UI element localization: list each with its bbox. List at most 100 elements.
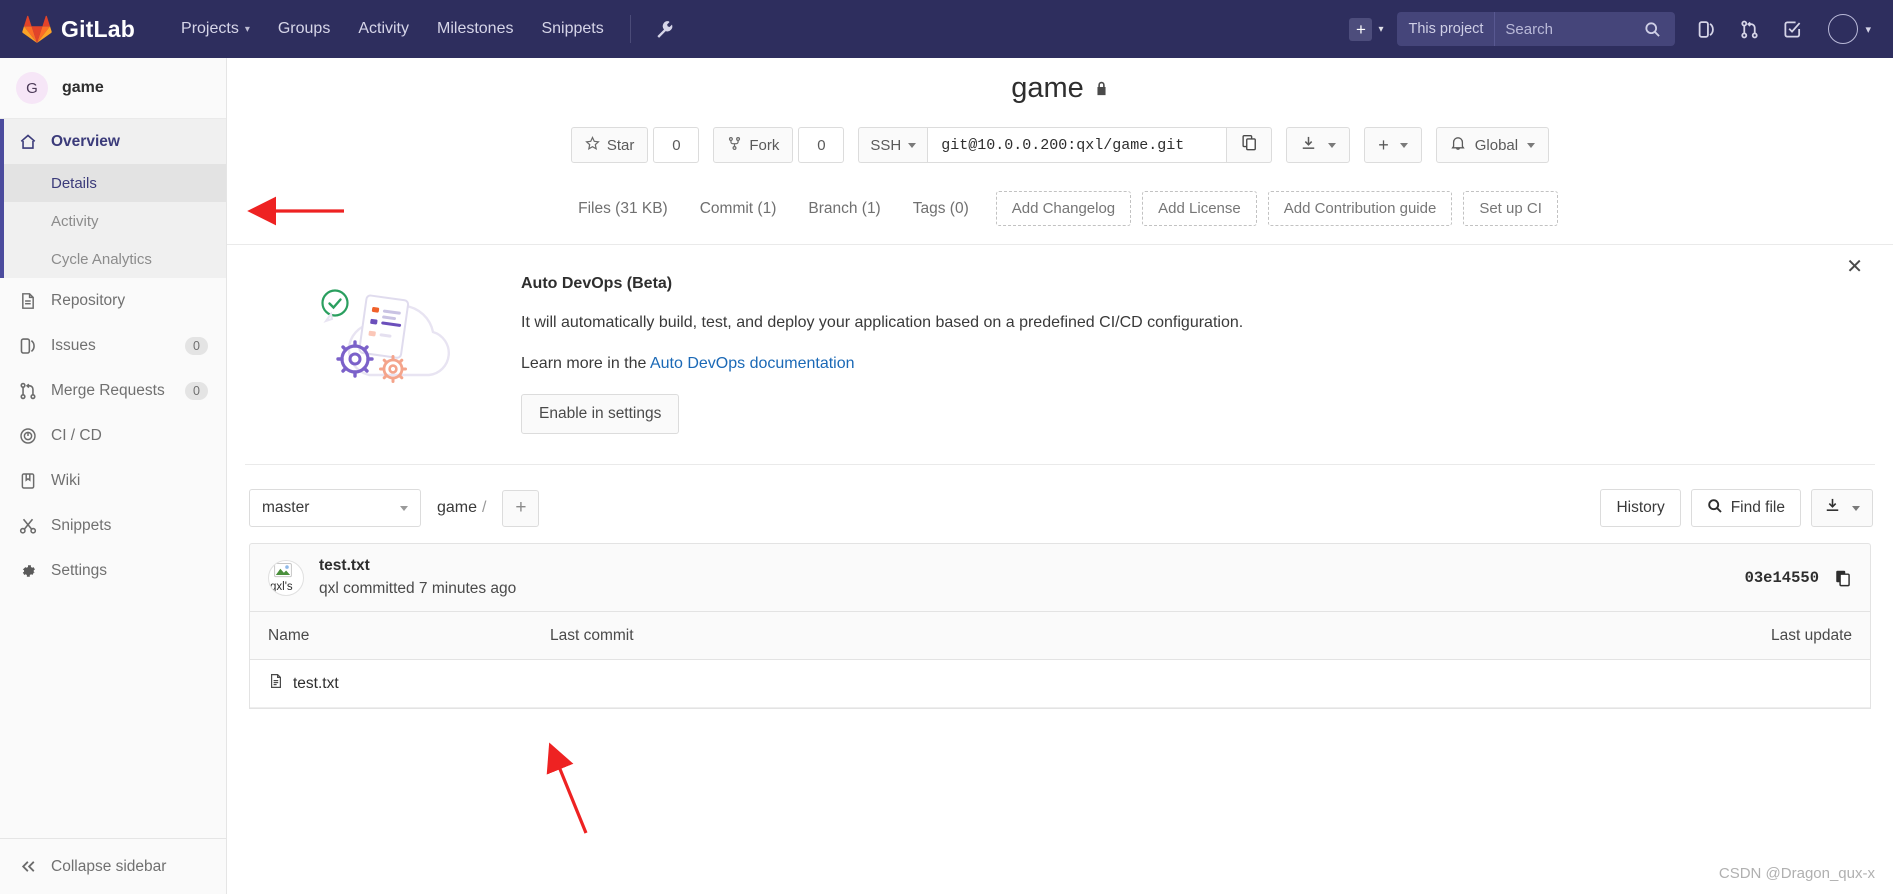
last-commit-title[interactable]: test.txt	[319, 557, 516, 575]
sidebar-item-overview-label: Overview	[51, 132, 120, 150]
merge-requests-icon	[18, 382, 38, 400]
todos-icon[interactable]	[1771, 0, 1814, 58]
file-table-header: Name Last commit Last update	[250, 612, 1870, 660]
sidebar-project-name: game	[62, 79, 104, 96]
project-title-row: game	[227, 58, 1893, 105]
book-icon	[18, 472, 38, 490]
wrench-icon[interactable]	[643, 20, 686, 39]
double-chevron-left-icon	[18, 858, 38, 875]
search-icon[interactable]	[1644, 21, 1665, 38]
add-license-button[interactable]: Add License	[1142, 191, 1257, 226]
search-field[interactable]	[1495, 12, 1675, 46]
sidebar-item-issues[interactable]: Issues 0	[0, 323, 226, 368]
sidebar-item-snippets[interactable]: Snippets	[0, 503, 226, 548]
add-contribution-guide-button[interactable]: Add Contribution guide	[1267, 191, 1453, 226]
close-icon[interactable]: ✕	[1838, 253, 1871, 281]
user-menu[interactable]: ▾	[1814, 14, 1871, 44]
stat-tags[interactable]: Tags (0)	[897, 200, 985, 218]
nav-link-milestones[interactable]: Milestones	[423, 0, 527, 58]
nav-links: Projects ▾ Groups Activity Milestones Sn…	[167, 0, 686, 58]
clone-url-input[interactable]: git@10.0.0.200:qxl/game.git	[927, 127, 1228, 163]
plus-icon: +	[1378, 135, 1389, 155]
history-button[interactable]: History	[1600, 489, 1681, 527]
main-content: game Star 0 Fork 0 SSH git@10.0.0.200:qx…	[227, 58, 1893, 894]
gitlab-wordmark: GitLab	[61, 15, 136, 42]
set-up-ci-button[interactable]: Set up CI	[1463, 191, 1558, 226]
branch-selector[interactable]: master	[249, 489, 421, 527]
new-item-button[interactable]: + ▾	[1339, 17, 1393, 41]
document-icon	[18, 292, 38, 310]
nav-link-snippets[interactable]: Snippets	[527, 0, 617, 58]
find-file-label: Find file	[1730, 499, 1785, 516]
sidebar-item-details[interactable]: Details	[4, 164, 226, 202]
sidebar-item-settings[interactable]: Settings	[0, 548, 226, 593]
breadcrumb-root[interactable]: game	[437, 499, 477, 516]
sidebar-project-header[interactable]: G game	[0, 58, 226, 119]
watermark: CSDN @Dragon_qux-x	[1718, 865, 1875, 882]
stat-files[interactable]: Files (31 KB)	[562, 200, 684, 218]
sidebar-item-snippets-label: Snippets	[51, 516, 112, 534]
avatar: qxl's	[268, 559, 304, 596]
add-to-tree-button[interactable]: +	[502, 489, 540, 527]
clone-protocol-selector[interactable]: SSH	[858, 127, 928, 163]
nav-link-projects[interactable]: Projects ▾	[167, 0, 264, 58]
find-file-button[interactable]: Find file	[1690, 489, 1801, 527]
sidebar-item-activity[interactable]: Activity	[4, 202, 226, 240]
star-button[interactable]: Star	[570, 127, 649, 163]
global-search[interactable]: This project	[1397, 12, 1676, 46]
chevron-down-icon	[400, 505, 408, 511]
copy-url-button[interactable]	[1227, 127, 1273, 163]
gitlab-logo[interactable]: GitLab	[0, 15, 147, 43]
collapse-sidebar-label: Collapse sidebar	[51, 857, 167, 875]
star-label: Star	[606, 136, 635, 154]
search-input[interactable]	[1505, 20, 1645, 38]
copy-icon[interactable]	[1834, 569, 1852, 587]
stat-branches[interactable]: Branch (1)	[792, 200, 896, 218]
sidebar-item-wiki-label: Wiki	[51, 471, 81, 489]
sidebar-item-overview[interactable]: Overview	[4, 119, 226, 164]
nav-link-activity[interactable]: Activity	[344, 0, 423, 58]
enable-in-settings-button[interactable]: Enable in settings	[521, 394, 680, 434]
nav-link-groups[interactable]: Groups	[264, 0, 344, 58]
merge-requests-icon[interactable]	[1728, 0, 1771, 58]
sidebar-item-wiki[interactable]: Wiki	[0, 458, 226, 503]
search-scope-label[interactable]: This project	[1397, 12, 1496, 46]
add-changelog-button[interactable]: Add Changelog	[995, 191, 1132, 226]
project-title-text: game	[1011, 72, 1084, 104]
file-table: Name Last commit Last update test.txt	[249, 612, 1871, 709]
chevron-down-icon: ▾	[1378, 23, 1384, 35]
fork-button[interactable]: Fork	[713, 127, 794, 163]
broken-image-icon	[274, 562, 292, 577]
collapse-sidebar-button[interactable]: Collapse sidebar	[0, 838, 226, 894]
last-commit-sha-group: 03e14550	[1745, 569, 1852, 587]
download-button[interactable]	[1286, 127, 1351, 163]
fork-icon	[727, 136, 742, 155]
download-source-button[interactable]	[1811, 489, 1873, 527]
nav-divider	[629, 15, 631, 43]
table-row[interactable]: test.txt	[250, 660, 1870, 708]
notification-setting-button[interactable]: Global	[1435, 127, 1550, 163]
sidebar-item-repository[interactable]: Repository	[0, 278, 226, 323]
auto-devops-learn-more: Learn more in the Auto DevOps documentat…	[521, 355, 1841, 373]
stat-commits[interactable]: Commit (1)	[684, 200, 793, 218]
add-to-project-button[interactable]: +	[1364, 127, 1422, 163]
fork-count[interactable]: 0	[798, 127, 845, 163]
top-navbar: GitLab Projects ▾ Groups Activity Milest…	[0, 0, 1893, 58]
chevron-down-icon: ▾	[1865, 23, 1871, 36]
fork-group: Fork 0	[713, 127, 845, 163]
search-icon	[1707, 498, 1723, 519]
sidebar-item-ci-cd[interactable]: CI / CD	[0, 413, 226, 458]
sidebar-item-cycle-analytics[interactable]: Cycle Analytics	[4, 240, 226, 278]
auto-devops-documentation-link[interactable]: Auto DevOps documentation	[650, 355, 855, 372]
issues-icon[interactable]	[1685, 0, 1728, 58]
star-count[interactable]: 0	[653, 127, 700, 163]
page-title: game	[1011, 72, 1109, 105]
last-commit-sha[interactable]: 03e14550	[1745, 569, 1819, 587]
file-name-link[interactable]: test.txt	[293, 675, 339, 693]
chevron-down-icon	[1399, 142, 1408, 148]
sidebar-item-settings-label: Settings	[51, 561, 108, 579]
sidebar-item-merge-requests[interactable]: Merge Requests 0	[0, 368, 226, 413]
fork-label: Fork	[749, 136, 780, 154]
gitlab-tanuki-icon	[22, 15, 52, 43]
project-stats-row: Files (31 KB) Commit (1) Branch (1) Tags…	[227, 191, 1893, 245]
